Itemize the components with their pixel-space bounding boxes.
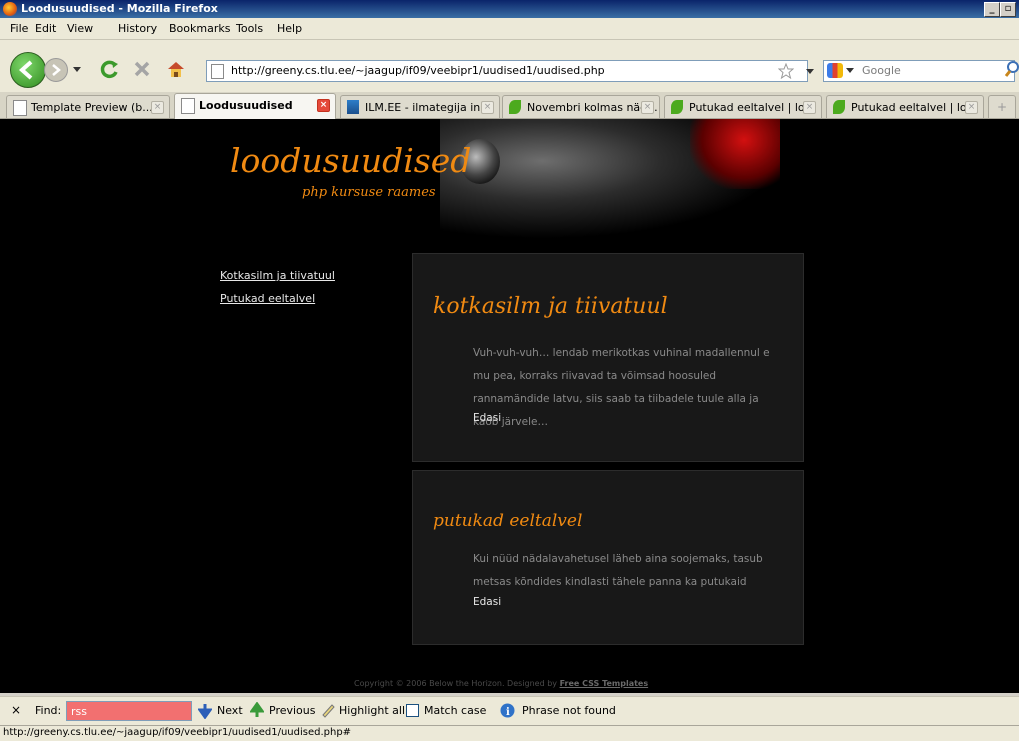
back-arrow-icon <box>18 60 33 80</box>
engine-dropdown-icon[interactable] <box>846 68 854 74</box>
tab-template-preview[interactable]: Template Preview (b... × <box>6 95 170 118</box>
highlight-all-button[interactable]: Highlight all <box>339 704 405 717</box>
search-go-icon[interactable] <box>1005 60 1019 78</box>
read-more-link[interactable]: Edasi <box>473 412 501 424</box>
tab-close-icon[interactable]: × <box>151 101 164 114</box>
tab-close-icon[interactable]: × <box>641 101 654 114</box>
tab-label: Loodusuudised <box>199 99 293 112</box>
search-box[interactable]: Google <box>823 60 1015 82</box>
previous-arrow-icon[interactable] <box>250 702 264 718</box>
page-content: loodusuudised php kursuse raames Kotkasi… <box>0 119 1019 693</box>
firefox-icon <box>3 2 17 16</box>
menu-bar: File Edit View History Bookmarks Tools H… <box>0 18 1019 40</box>
red-flower-image <box>690 119 780 189</box>
menu-help[interactable]: Help <box>277 22 302 35</box>
tab-label: Template Preview (b... <box>31 101 153 114</box>
stop-icon[interactable] <box>133 60 151 78</box>
sidebar-link-kotkasilm[interactable]: Kotkasilm ja tiivatuul <box>220 269 335 282</box>
ilm-favicon-icon <box>347 100 359 114</box>
post-excerpt: Vuh-vuh-vuh… lendab merikotkas vuhinal m… <box>473 347 770 428</box>
match-case-checkbox[interactable] <box>406 704 419 717</box>
back-button[interactable] <box>10 52 46 88</box>
menu-file[interactable]: File <box>10 22 28 35</box>
post-card: kotkasilm ja tiivatuul Vuh-vuh-vuh… lend… <box>412 253 804 462</box>
history-dropdown-icon[interactable] <box>72 66 82 74</box>
tab-label: Putukad eeltalvel | lo... <box>851 101 977 114</box>
forward-button[interactable] <box>44 58 68 82</box>
page-icon <box>211 64 224 79</box>
tab-label: Putukad eeltalvel | lo... <box>689 101 815 114</box>
find-input-value: rss <box>71 705 87 718</box>
page-icon <box>181 98 195 114</box>
find-label: Find: <box>35 704 62 717</box>
find-input[interactable]: rss <box>66 701 192 721</box>
copyright-text: Copyright © 2006 Below the Horizon. Desi… <box>354 679 558 688</box>
tab-bar: Template Preview (b... × Loodusuudised ×… <box>0 92 1019 119</box>
site-subtitle: php kursuse raames <box>302 185 436 200</box>
svg-text:i: i <box>506 707 510 718</box>
new-tab-button[interactable]: + <box>988 95 1016 118</box>
post-title: putukad eeltalvel <box>433 511 583 531</box>
tab-close-icon[interactable]: × <box>803 101 816 114</box>
minimize-button[interactable]: _ <box>984 2 1000 17</box>
find-status-text: Phrase not found <box>522 704 616 717</box>
find-previous-button[interactable]: Previous <box>269 704 316 717</box>
search-placeholder: Google <box>862 64 901 77</box>
window-title: Loodusuudised - Mozilla Firefox <box>21 2 218 15</box>
address-bar[interactable]: http://greeny.cs.tlu.ee/~jaagup/if09/vee… <box>206 60 808 82</box>
leaf-favicon-icon <box>671 100 683 114</box>
maximize-button[interactable]: ▫ <box>1000 2 1016 17</box>
reload-icon[interactable] <box>99 58 121 80</box>
menu-view[interactable]: View <box>67 22 93 35</box>
tab-label: Novembri kolmas näd... <box>527 101 658 114</box>
tab-putukad-2[interactable]: Putukad eeltalvel | lo... × <box>826 95 984 118</box>
menu-tools[interactable]: Tools <box>236 22 263 35</box>
status-bar: http://greeny.cs.tlu.ee/~jaagup/if09/vee… <box>0 725 1019 741</box>
menu-edit[interactable]: Edit <box>35 22 56 35</box>
leaf-favicon-icon <box>509 100 521 114</box>
find-bar: × Find: rss Next Previous Highlight all … <box>0 696 1019 725</box>
status-url: http://greeny.cs.tlu.ee/~jaagup/if09/vee… <box>3 727 352 738</box>
tab-close-icon[interactable]: × <box>481 101 494 114</box>
highlight-pen-icon <box>322 704 335 718</box>
menu-bookmarks[interactable]: Bookmarks <box>169 22 230 35</box>
tab-ilm-ee[interactable]: ILM.EE - ilmategija in... × <box>340 95 500 118</box>
navigation-toolbar: http://greeny.cs.tlu.ee/~jaagup/if09/vee… <box>0 40 1019 92</box>
forward-arrow-icon <box>52 64 61 76</box>
tab-novembri[interactable]: Novembri kolmas näd... × <box>502 95 660 118</box>
match-case-label: Match case <box>424 704 487 717</box>
info-icon: i <box>500 703 515 718</box>
google-engine-icon[interactable] <box>827 63 843 78</box>
url-dropdown-icon[interactable] <box>806 69 814 75</box>
site-title: loodusuudised <box>230 141 472 180</box>
home-icon[interactable] <box>166 59 186 79</box>
sidebar-link-putukad[interactable]: Putukad eeltalvel <box>220 292 315 305</box>
window-titlebar: Loodusuudised - Mozilla Firefox _ ▫ <box>0 0 1019 18</box>
tab-label: ILM.EE - ilmategija in... <box>365 101 491 114</box>
page-icon <box>13 100 27 116</box>
new-tab-plus-icon: + <box>997 100 1008 114</box>
header-banner-image <box>440 119 780 239</box>
tab-putukad-1[interactable]: Putukad eeltalvel | lo... × <box>664 95 822 118</box>
menu-history[interactable]: History <box>118 22 157 35</box>
tab-close-icon[interactable]: × <box>317 99 330 112</box>
tab-close-icon[interactable]: × <box>965 101 978 114</box>
find-next-button[interactable]: Next <box>217 704 243 717</box>
post-title: kotkasilm ja tiivatuul <box>433 294 668 319</box>
footer-link[interactable]: Free CSS Templates <box>560 679 649 688</box>
bookmark-star-icon[interactable] <box>778 63 794 79</box>
leaf-favicon-icon <box>833 100 845 114</box>
url-text: http://greeny.cs.tlu.ee/~jaagup/if09/vee… <box>231 64 605 77</box>
read-more-link[interactable]: Edasi <box>473 596 501 608</box>
post-card: putukad eeltalvel Kui nüüd nädalavahetus… <box>412 470 804 645</box>
tab-loodusuudised[interactable]: Loodusuudised × <box>174 93 336 119</box>
post-excerpt: Kui nüüd nädalavahetusel läheb aina sooj… <box>473 553 763 588</box>
next-arrow-icon[interactable] <box>198 703 212 719</box>
close-find-icon[interactable]: × <box>11 703 21 717</box>
footer-copyright: Copyright © 2006 Below the Horizon. Desi… <box>354 679 648 688</box>
